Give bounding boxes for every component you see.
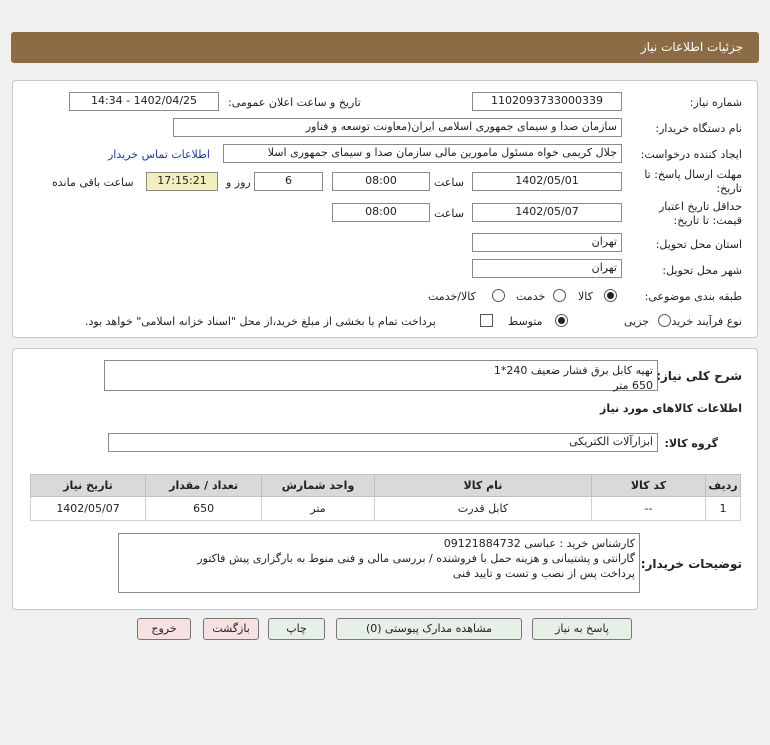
print-button[interactable]: چاپ (268, 618, 325, 640)
category-goods-label: کالا (578, 290, 593, 303)
days-label: روز و (226, 176, 251, 189)
buyer-org-field: سازمان صدا و سیمای جمهوری اسلامی ایران(م… (173, 118, 622, 137)
treasury-payment-checkbox[interactable] (480, 314, 493, 327)
col-need-date: تاریخ نیاز (29, 474, 147, 497)
exit-button[interactable]: خروج (137, 618, 191, 640)
reply-date-field: 1402/05/01 (472, 172, 622, 191)
need-number-label: شماره نیاز: (689, 96, 742, 109)
reply-time-field: 08:00 (332, 172, 430, 191)
validity-time-field: 08:00 (332, 203, 430, 222)
remaining-label: ساعت باقی مانده (52, 176, 134, 189)
payment-note: پرداخت تمام یا بخشی از مبلغ خرید،از محل … (85, 315, 436, 328)
contact-buyer-link[interactable]: اطلاعات تماس خریدار (108, 148, 210, 161)
category-goods-radio[interactable] (604, 289, 617, 302)
group-label: گروه کالا: (664, 437, 718, 450)
col-unit: واحد شمارش (261, 474, 375, 497)
row-item-name: کابل قدرت (373, 496, 593, 521)
table-row: 1 -- کابل قدرت متر 650 1402/05/07 (29, 496, 742, 521)
summary-line-1: تهیه کابل برق فشار ضعیف 240*1 (493, 364, 653, 377)
process-medium-label: متوسط (508, 315, 543, 328)
page-header: جزئیات اطلاعات نیاز (11, 32, 759, 63)
back-button[interactable]: بازگشت (203, 618, 259, 640)
row-index: 1 (704, 496, 742, 521)
category-service-radio[interactable] (553, 289, 566, 302)
process-minor-radio[interactable] (658, 314, 671, 327)
page-title: جزئیات اطلاعات نیاز (640, 40, 743, 54)
buyer-notes-line-3: پرداخت پس از نصب و تست و تایید فنی (452, 567, 635, 580)
buyer-notes-line-2: گارانتی و پشتیبانی و هزینه حمل با فروشند… (197, 552, 635, 565)
validity-date-field: 1402/05/07 (472, 203, 622, 222)
col-item-code: کد کالا (591, 474, 706, 497)
items-table: ردیف کد کالا نام کالا واحد شمارش تعداد /… (29, 474, 742, 521)
process-medium-radio[interactable] (555, 314, 568, 327)
days-field: 6 (254, 172, 323, 191)
process-label: نوع فرآیند خرید : (664, 315, 742, 328)
price-validity-label-2: قیمت: تا تاریخ: (673, 214, 742, 227)
reply-time-label: ساعت (434, 176, 464, 189)
group-field: ابزارآلات الکتریکی (108, 433, 658, 452)
creator-field: جلال کریمی خواه مسئول مامورین مالی سازما… (223, 144, 622, 163)
announce-datetime-field: 1402/04/25 - 14:34 (69, 92, 219, 111)
reply-button[interactable]: پاسخ به نیاز (532, 618, 632, 640)
row-unit: متر (261, 496, 375, 521)
process-minor-label: جزیی (624, 315, 650, 328)
reply-deadline-label: مهلت ارسال پاسخ: تا (644, 168, 742, 181)
city-label: شهر محل تحویل: (662, 264, 742, 277)
row-quantity: 650 (145, 496, 263, 521)
category-goods-service-label: کالا/خدمت (428, 290, 476, 303)
reply-deadline-label-2: تاریخ: (716, 182, 742, 195)
creator-label: ایجاد کننده درخواست: (640, 148, 742, 161)
buyer-notes-line-1: کارشناس خرید : عباسی 09121884732 (443, 537, 635, 550)
summary-line-2: 650 متر (613, 379, 653, 392)
province-label: استان محل تحویل: (655, 238, 742, 251)
col-quantity: تعداد / مقدار (145, 474, 263, 497)
remaining-time-field: 17:15:21 (146, 172, 218, 191)
category-service-label: خدمت (516, 290, 546, 303)
col-row: ردیف (704, 474, 742, 497)
buyer-notes-field: کارشناس خرید : عباسی 09121884732 گارانتی… (118, 533, 640, 593)
price-validity-label: حداقل تاریخ اعتبار (658, 200, 742, 213)
category-label: طبقه بندی موضوعی: (644, 290, 742, 303)
col-item-name: نام کالا (373, 474, 593, 497)
category-goods-service-radio[interactable] (492, 289, 505, 302)
city-field: تهران (472, 259, 622, 278)
validity-time-label: ساعت (434, 207, 464, 220)
attachments-button[interactable]: مشاهده مدارک پیوستی (0) (336, 618, 522, 640)
row-need-date: 1402/05/07 (29, 496, 147, 521)
summary-field: تهیه کابل برق فشار ضعیف 240*1 650 متر (104, 360, 658, 392)
need-number-field: 1102093733000339 (472, 92, 622, 111)
items-table-header: ردیف کد کالا نام کالا واحد شمارش تعداد /… (29, 474, 742, 497)
province-field: تهران (472, 233, 622, 252)
row-item-code: -- (591, 496, 706, 521)
announce-label: تاریخ و ساعت اعلان عمومی: (228, 96, 361, 109)
summary-label: شرح کلی نیاز: (656, 369, 742, 383)
buyer-org-label: نام دستگاه خریدار: (655, 122, 742, 135)
buyer-notes-label: توضیحات خریدار: (640, 557, 742, 571)
items-section-title: اطلاعات کالاهای مورد نیاز (600, 402, 742, 415)
